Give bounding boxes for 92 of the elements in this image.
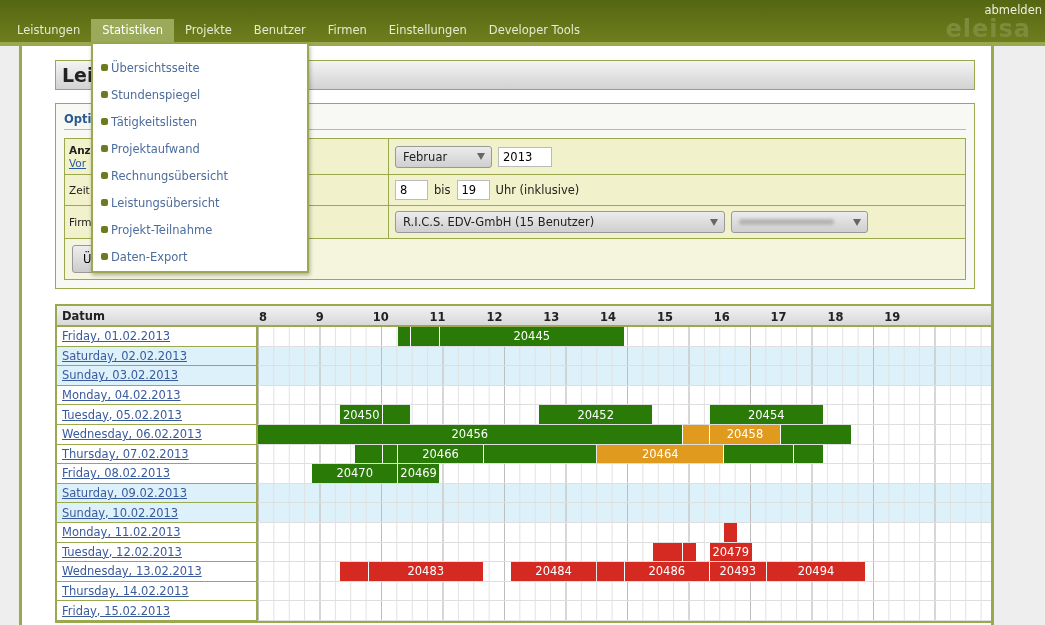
menu-item[interactable]: Stundenspiegel xyxy=(93,81,307,108)
field-label: Firm xyxy=(69,216,92,228)
bullet-icon xyxy=(101,172,108,179)
time-bar[interactable]: 20452 xyxy=(539,405,653,424)
month-select[interactable]: Februar xyxy=(395,145,492,168)
time-bar[interactable]: 20445 xyxy=(439,327,624,346)
time-bar[interactable] xyxy=(383,405,411,424)
time-bar[interactable]: 20450 xyxy=(340,405,383,424)
link[interactable]: Vor xyxy=(69,157,87,169)
time-bar[interactable] xyxy=(653,542,682,562)
nav-tab[interactable]: Developer Tools xyxy=(477,19,591,42)
bullet-icon xyxy=(101,91,108,98)
company-select[interactable]: R.I.C.S. EDV-GmbH (15 Benutzer) xyxy=(395,211,725,233)
time-bar[interactable] xyxy=(398,327,411,346)
field-text: Uhr (inklusive) xyxy=(495,183,580,197)
menu-item[interactable]: Daten-Export xyxy=(93,243,307,270)
hour-label: 14 xyxy=(600,310,617,324)
menu-item[interactable]: Projekt-Teilnahme xyxy=(93,216,307,243)
time-bar[interactable] xyxy=(724,444,794,464)
menu-item[interactable]: Leistungsübersicht xyxy=(93,189,307,216)
time-bar[interactable]: 20466 xyxy=(398,444,483,464)
hour-label: 17 xyxy=(770,310,787,324)
date-link[interactable]: Thursday, 07.02.2013 xyxy=(62,446,189,461)
time-bar[interactable] xyxy=(682,542,696,562)
date-link[interactable]: Saturday, 09.02.2013 xyxy=(62,486,187,501)
hour-label: 13 xyxy=(543,310,560,324)
time-bar[interactable] xyxy=(794,444,823,464)
time-bar[interactable]: 20469 xyxy=(398,464,439,483)
date-link[interactable]: Monday, 04.02.2013 xyxy=(62,388,181,403)
bullet-icon xyxy=(101,199,108,206)
time-bar[interactable] xyxy=(483,444,597,464)
date-link[interactable]: Saturday, 02.02.2013 xyxy=(62,348,187,363)
bullet-icon xyxy=(101,226,108,233)
hour-label: 12 xyxy=(486,310,503,324)
nav-tab[interactable]: Leistungen xyxy=(6,19,92,42)
time-bar[interactable]: 20486 xyxy=(624,562,709,581)
date-link[interactable]: Wednesday, 13.02.2013 xyxy=(62,564,202,579)
nav-tab[interactable]: Einstellungen xyxy=(377,19,478,42)
time-bar[interactable] xyxy=(682,424,709,444)
hour-label: 9 xyxy=(315,310,324,324)
hour-label: 8 xyxy=(259,310,267,324)
date-link[interactable]: Wednesday, 06.02.2013 xyxy=(62,427,202,442)
caret-icon xyxy=(853,218,861,226)
hour-label: 19 xyxy=(884,310,901,324)
time-bar[interactable]: 20484 xyxy=(510,562,597,581)
hour-field[interactable]: 8 xyxy=(395,180,428,200)
column-header: Datum xyxy=(61,307,106,325)
bullet-icon xyxy=(101,253,108,260)
field-label: Zeit xyxy=(69,184,90,196)
panel-legend: Opti xyxy=(64,112,92,126)
hour-label: 11 xyxy=(429,310,446,324)
time-bar[interactable]: 20479 xyxy=(709,542,752,562)
caret-icon xyxy=(710,218,718,226)
bullet-icon xyxy=(101,64,108,71)
menu-item[interactable]: Projektaufwand xyxy=(93,135,307,162)
time-bar[interactable]: 20454 xyxy=(709,405,823,424)
nav-tab[interactable]: Projekte xyxy=(174,19,243,42)
year-field[interactable]: 2013 xyxy=(498,146,552,167)
date-link[interactable]: Thursday, 14.02.2013 xyxy=(62,584,189,598)
date-link[interactable]: Tuesday, 05.02.2013 xyxy=(62,407,182,422)
date-link[interactable]: Friday, 08.02.2013 xyxy=(62,466,170,481)
nav-tab[interactable]: Firmen xyxy=(316,19,378,42)
date-link[interactable]: Tuesday, 12.02.2013 xyxy=(62,544,182,559)
time-bar[interactable]: 20456 xyxy=(258,424,682,444)
time-bar[interactable]: 20470 xyxy=(312,464,398,483)
date-link[interactable]: Monday, 11.02.2013 xyxy=(62,525,181,540)
time-bar[interactable] xyxy=(781,424,852,444)
logout-link[interactable]: abmelden xyxy=(984,3,1042,17)
menu-item[interactable]: Übersichtsseite xyxy=(93,54,307,81)
date-link[interactable]: Friday, 15.02.2013 xyxy=(62,603,170,618)
menu-item[interactable]: Rechnungsübersicht xyxy=(93,162,307,189)
date-link[interactable]: Sunday, 10.02.2013 xyxy=(62,505,179,520)
hour-label: 16 xyxy=(713,310,730,324)
menu-item[interactable]: Tätigkeitslisten xyxy=(93,108,307,135)
hour-label: 15 xyxy=(656,310,673,324)
field-text: bis xyxy=(434,183,451,197)
bullet-icon xyxy=(101,118,108,125)
time-bar[interactable] xyxy=(383,444,398,464)
hour-label: 18 xyxy=(827,310,844,324)
time-bar[interactable]: 20483 xyxy=(368,562,483,581)
hour-field[interactable]: 19 xyxy=(456,180,490,200)
field-label: Anz xyxy=(69,144,91,156)
date-link[interactable]: Friday, 01.02.2013 xyxy=(62,329,170,344)
time-bar[interactable] xyxy=(354,444,383,464)
caret-icon xyxy=(477,153,485,160)
date-link[interactable]: Sunday, 03.02.2013 xyxy=(62,368,179,383)
time-bar[interactable]: 20494 xyxy=(766,562,866,581)
user-select[interactable] xyxy=(731,211,868,233)
hour-label: 10 xyxy=(372,310,389,324)
nav-tab[interactable]: Benutzer xyxy=(242,19,317,42)
bullet-icon xyxy=(101,145,108,152)
time-bar[interactable]: 20493 xyxy=(709,562,766,581)
